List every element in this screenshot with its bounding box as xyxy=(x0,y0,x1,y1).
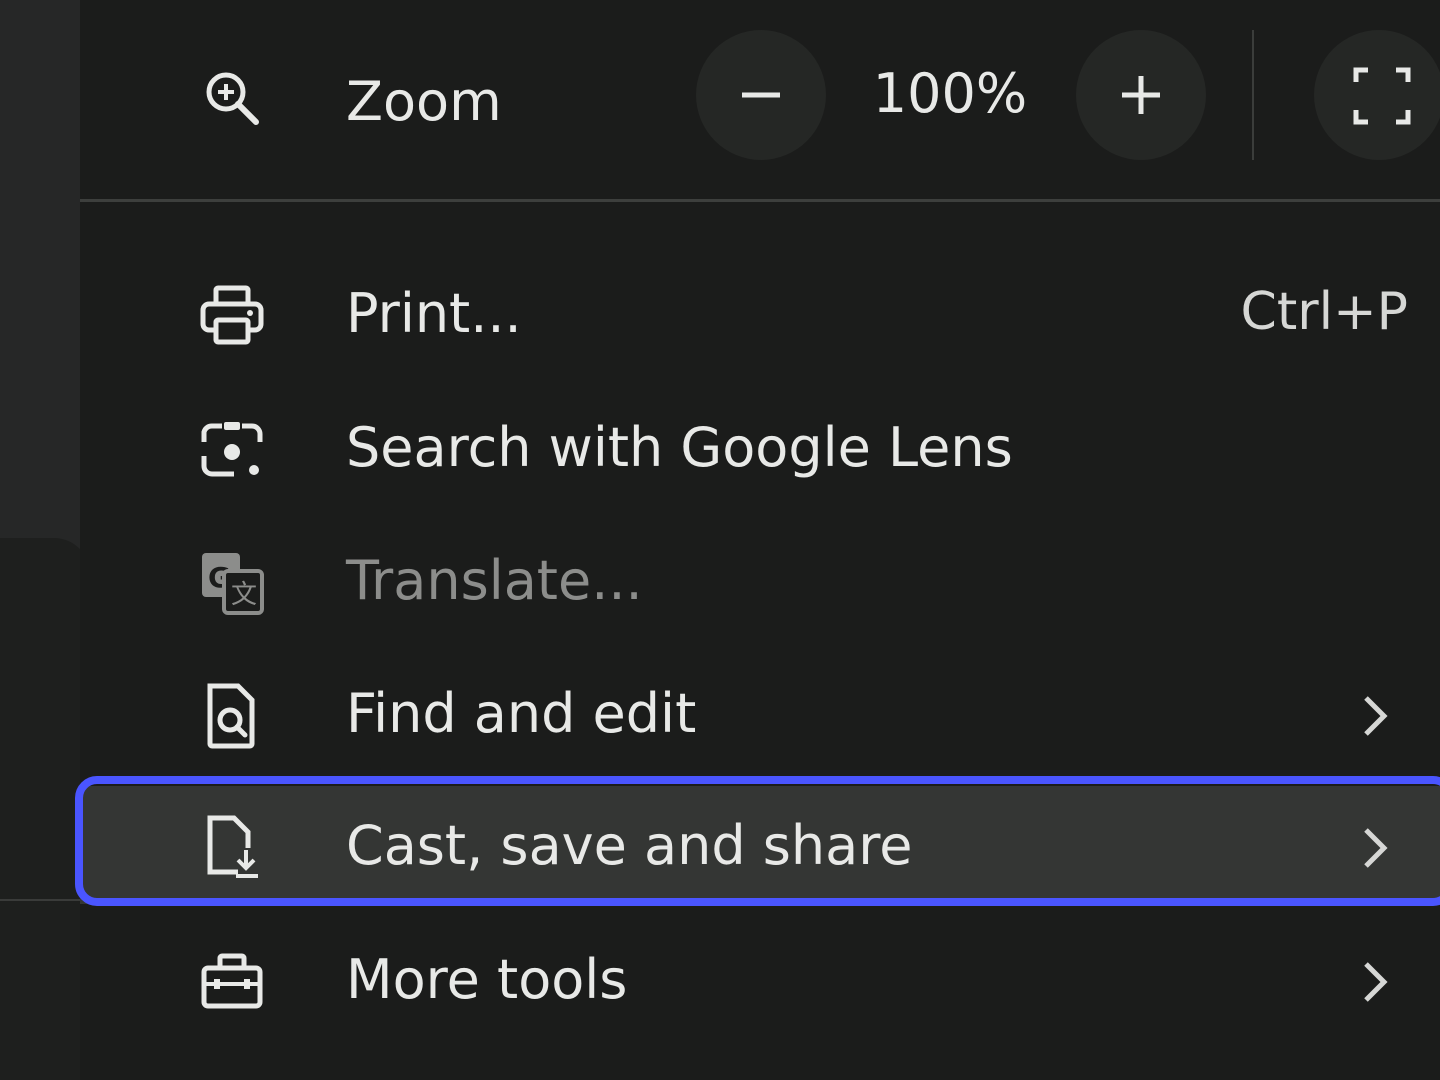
chevron-right-icon xyxy=(1364,828,1388,868)
fullscreen-icon xyxy=(1353,67,1411,125)
menu-item-label: Print... xyxy=(346,282,522,345)
menu-item-print[interactable]: Print... Ctrl+P xyxy=(80,254,1440,374)
zoom-level: 100% xyxy=(872,62,1028,125)
chevron-right-icon xyxy=(1364,696,1388,736)
browser-window: Zoom 100% Print... Ctrl+P Search with Go… xyxy=(0,0,1440,1080)
zoom-in-button[interactable] xyxy=(1076,30,1206,160)
keyboard-shortcut: Ctrl+P xyxy=(1240,282,1408,342)
menu-item-label: Search with Google Lens xyxy=(346,416,1013,479)
printer-icon xyxy=(198,282,266,350)
menu-item-more-tools[interactable]: More tools xyxy=(80,920,1440,1040)
zoom-icon xyxy=(200,66,264,130)
menu-item-google-lens[interactable]: Search with Google Lens xyxy=(80,388,1440,508)
menu-item-cast-save-share[interactable]: Cast, save and share xyxy=(80,786,1440,904)
page-background-panel xyxy=(0,538,90,1080)
menu-item-label: More tools xyxy=(346,948,628,1011)
page-divider xyxy=(0,899,90,901)
plus-icon xyxy=(1122,76,1160,114)
menu-item-translate[interactable]: G 文 Translate... xyxy=(80,521,1440,641)
menu-divider xyxy=(80,199,1440,202)
zoom-row: Zoom 100% xyxy=(80,0,1440,200)
zoom-divider xyxy=(1252,30,1254,160)
menu-item-label: Cast, save and share xyxy=(346,814,913,877)
menu-item-label: Translate... xyxy=(346,549,643,612)
toolbox-icon xyxy=(198,948,266,1016)
chevron-right-icon xyxy=(1364,962,1388,1002)
menu-item-label: Find and edit xyxy=(346,682,697,745)
browser-menu: Zoom 100% Print... Ctrl+P Search with Go… xyxy=(80,0,1440,1080)
fullscreen-button[interactable] xyxy=(1314,30,1440,160)
google-lens-icon xyxy=(198,416,266,484)
find-document-icon xyxy=(198,682,266,750)
zoom-label: Zoom xyxy=(346,70,502,133)
svg-text:文: 文 xyxy=(231,580,257,610)
menu-item-find-and-edit[interactable]: Find and edit xyxy=(80,654,1440,774)
minus-icon xyxy=(742,92,780,98)
translate-icon: G 文 xyxy=(198,549,266,617)
save-document-icon xyxy=(198,814,266,882)
zoom-out-button[interactable] xyxy=(696,30,826,160)
